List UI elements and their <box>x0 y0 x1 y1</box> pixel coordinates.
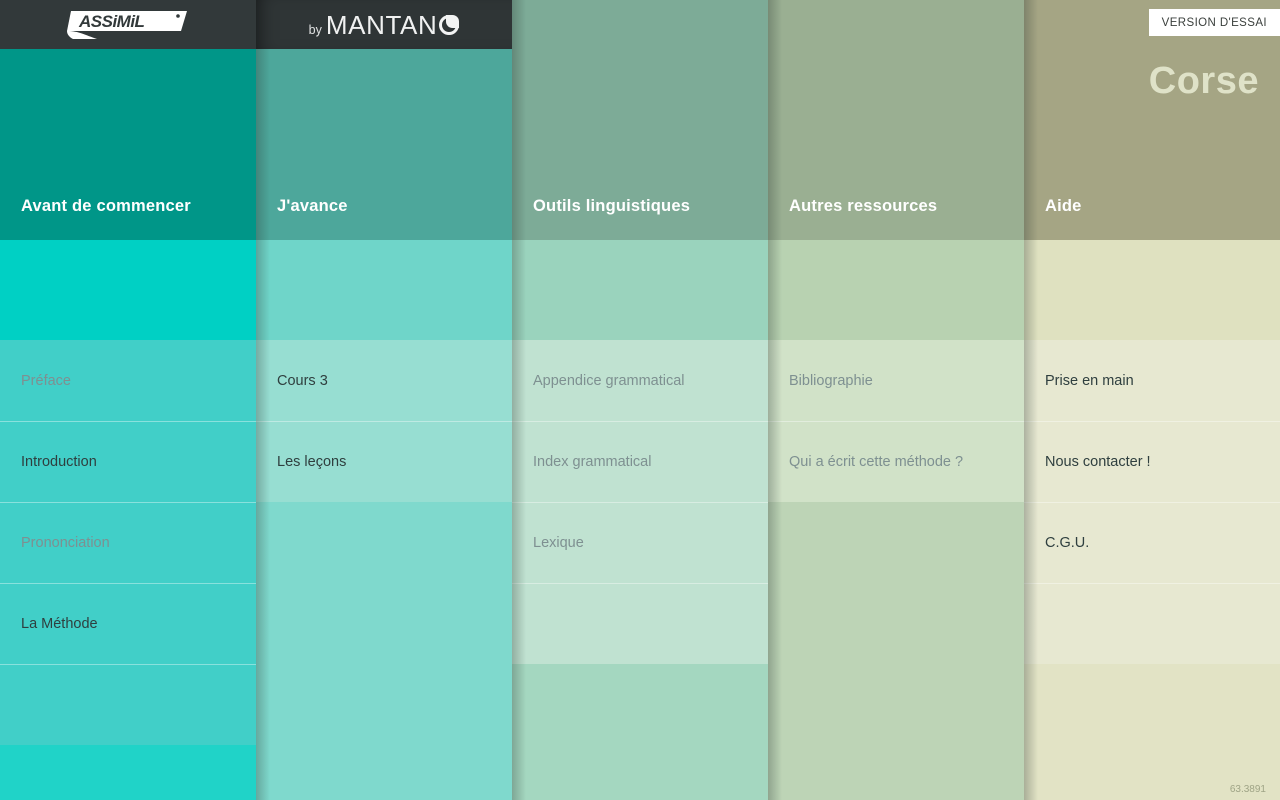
mantano-text: MANTAN <box>325 9 438 40</box>
list-end-divider <box>512 583 768 664</box>
list-item-label: Index grammatical <box>533 453 652 470</box>
column-j-avance: J'avance Cours 3 Les leçons <box>256 0 512 800</box>
column-header-autres-ressources: Autres ressources <box>768 0 1024 240</box>
column-header-outils-linguistiques: Outils linguistiques <box>512 0 768 240</box>
mantano-o-icon <box>439 14 460 35</box>
list-item[interactable]: Appendice grammatical <box>512 340 768 421</box>
assimil-logo-icon: ASSiMiL <box>65 8 191 42</box>
column-title: Avant de commencer <box>21 197 191 215</box>
list-item[interactable]: Cours 3 <box>256 340 512 421</box>
app-root: Avant de commencer Préface Introduction … <box>0 0 1280 800</box>
list-end-divider <box>1024 583 1280 664</box>
app-version-label: 63.3891 <box>1229 784 1266 795</box>
list-item-label: Cours 3 <box>277 372 328 389</box>
column-body: Appendice grammatical Index grammatical … <box>512 240 768 800</box>
trial-version-badge[interactable]: VERSION D'ESSAI <box>1148 9 1280 36</box>
column-outils-linguistiques: Outils linguistiques Appendice grammatic… <box>512 0 768 800</box>
column-aide: Aide Prise en main Nous contacter ! C.G.… <box>1024 0 1280 800</box>
mantano-wordmark: MANTAN <box>325 9 460 40</box>
list-item[interactable]: Bibliographie <box>768 340 1024 421</box>
list-item-label: Nous contacter ! <box>1045 453 1151 470</box>
column-band <box>0 240 256 340</box>
list-item-label: Lexique <box>533 534 584 551</box>
category-columns: Avant de commencer Préface Introduction … <box>0 0 1280 800</box>
column-title: Outils linguistiques <box>533 197 691 215</box>
list-item[interactable]: Qui a écrit cette méthode ? <box>768 421 1024 502</box>
column-body: Prise en main Nous contacter ! C.G.U. <box>1024 240 1280 800</box>
list-item[interactable]: Nous contacter ! <box>1024 421 1280 502</box>
svg-text:ASSiMiL: ASSiMiL <box>78 12 145 31</box>
list-item[interactable]: Prise en main <box>1024 340 1280 421</box>
column-band <box>768 240 1024 340</box>
list-item-label: C.G.U. <box>1045 534 1090 551</box>
list-item[interactable]: Prononciation <box>0 502 256 583</box>
column-band <box>1024 240 1280 340</box>
column-title: Autres ressources <box>789 197 938 215</box>
list-item[interactable]: Les leçons <box>256 421 512 502</box>
assimil-logo-cell[interactable]: ASSiMiL <box>0 0 256 49</box>
list-item-label: Les leçons <box>277 453 347 470</box>
list-end-divider <box>0 664 256 745</box>
column-body: Cours 3 Les leçons <box>256 240 512 800</box>
top-bar: ASSiMiL by MANTAN <box>0 0 512 49</box>
mantano-by-label: by <box>308 22 322 37</box>
list-item-label: Préface <box>21 372 71 389</box>
list-item-label: Qui a écrit cette méthode ? <box>789 453 964 470</box>
list-item-label: Bibliographie <box>789 372 873 389</box>
list-item[interactable]: Lexique <box>512 502 768 583</box>
column-title: J'avance <box>277 197 348 215</box>
list-item[interactable]: Préface <box>0 340 256 421</box>
column-rows: Prise en main Nous contacter ! C.G.U. <box>1024 340 1280 664</box>
list-item-label: Introduction <box>21 453 97 470</box>
column-band <box>512 240 768 340</box>
column-rows: Préface Introduction Prononciation La Mé… <box>0 340 256 745</box>
column-band <box>256 240 512 340</box>
mantano-logo-cell[interactable]: by MANTAN <box>256 0 512 49</box>
page-title: Corse <box>1148 60 1259 102</box>
column-avant-de-commencer: Avant de commencer Préface Introduction … <box>0 0 256 800</box>
list-item[interactable]: C.G.U. <box>1024 502 1280 583</box>
column-autres-ressources: Autres ressources Bibliographie Qui a éc… <box>768 0 1024 800</box>
list-item[interactable]: Introduction <box>0 421 256 502</box>
column-header-aide: Aide <box>1024 0 1280 240</box>
list-item[interactable]: La Méthode <box>0 583 256 664</box>
list-item-label: Prononciation <box>21 534 110 551</box>
list-item-label: La Méthode <box>21 615 98 632</box>
list-item-label: Appendice grammatical <box>533 372 685 389</box>
list-item[interactable]: Index grammatical <box>512 421 768 502</box>
column-rows: Bibliographie Qui a écrit cette méthode … <box>768 340 1024 502</box>
column-rows: Cours 3 Les leçons <box>256 340 512 502</box>
column-rows: Appendice grammatical Index grammatical … <box>512 340 768 664</box>
column-body: Préface Introduction Prononciation La Mé… <box>0 240 256 800</box>
list-item-label: Prise en main <box>1045 372 1134 389</box>
mantano-logo-icon: by MANTAN <box>309 12 460 38</box>
column-body: Bibliographie Qui a écrit cette méthode … <box>768 240 1024 800</box>
column-title: Aide <box>1045 197 1082 215</box>
